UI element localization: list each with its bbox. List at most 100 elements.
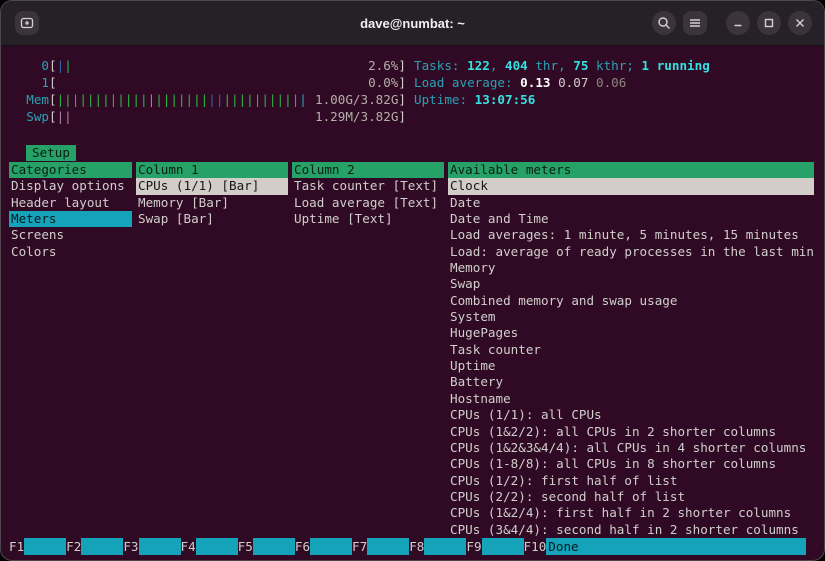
meter-label: Swp: [26, 108, 49, 125]
close-button[interactable]: [788, 11, 812, 35]
fkey-action-label: [24, 538, 66, 555]
available-meter-item[interactable]: CPUs (1&2/4): first half in 2 shorter co…: [448, 505, 814, 521]
fkey-button[interactable]: F1: [9, 538, 66, 555]
bracket: ]: [398, 108, 406, 125]
menu-button[interactable]: [683, 11, 707, 35]
available-meter-item[interactable]: Combined memory and swap usage: [448, 293, 814, 309]
maximize-icon: [763, 17, 775, 29]
fkey-button[interactable]: F3: [123, 538, 180, 555]
bracket: [: [49, 108, 57, 125]
panel-column-1: Column 1 CPUs (1/1) [Bar]Memory [Bar]Swa…: [136, 162, 288, 538]
available-meter-item[interactable]: CPUs (1/2): first half of list: [448, 473, 814, 489]
memory-bar-ticks: |||||||||||||||||||||||||||||||||: [57, 91, 315, 108]
available-meter-item[interactable]: CPUs (1-8/8): all CPUs in 8 shorter colu…: [448, 456, 814, 472]
available-meter-item[interactable]: Memory: [448, 260, 814, 276]
category-item[interactable]: Screens: [9, 227, 132, 243]
fkey-button[interactable]: F5: [238, 538, 295, 555]
panel-header: Column 2: [292, 162, 444, 178]
meter-item[interactable]: Load average [Text]: [292, 195, 444, 211]
fkey-label: F9: [466, 538, 481, 555]
fkey-label: F5: [238, 538, 253, 555]
fkey-button[interactable]: F7: [352, 538, 409, 555]
bracket: ]: [398, 57, 406, 74]
meter-item[interactable]: Task counter [Text]: [292, 178, 444, 194]
available-meter-item[interactable]: HugePages: [448, 325, 814, 341]
panel-header: Available meters: [448, 162, 814, 178]
category-item[interactable]: Meters: [9, 211, 132, 227]
fkey-button[interactable]: F2: [66, 538, 123, 555]
fkey-label: F10: [524, 538, 547, 555]
fkey-label: F4: [181, 538, 196, 555]
categories-list: Display optionsHeader layoutMetersScreen…: [9, 178, 132, 260]
fkey-label: F2: [66, 538, 81, 555]
bracket: ]: [398, 74, 406, 91]
meter-item[interactable]: Memory [Bar]: [136, 195, 288, 211]
meter-item[interactable]: Uptime [Text]: [292, 211, 444, 227]
fkey-action-label: [81, 538, 123, 555]
available-meter-item[interactable]: CPUs (3&4/4): second half in 2 shorter c…: [448, 522, 814, 538]
available-meter-item[interactable]: Swap: [448, 276, 814, 292]
panel-available-meters: Available meters ClockDateDate and TimeL…: [448, 162, 814, 538]
hamburger-icon: [688, 16, 702, 30]
available-meter-item[interactable]: Hostname: [448, 391, 814, 407]
terminal-screen[interactable]: 0[||2.6%] Tasks: 122, 404 thr, 75 kthr; …: [1, 45, 824, 560]
panel-header: Categories: [9, 162, 132, 178]
swap-bar-ticks: ||: [57, 108, 315, 125]
fkey-button[interactable]: F9: [466, 538, 523, 555]
cpu0-bar-ticks: ||: [57, 57, 368, 74]
available-meter-item[interactable]: Load: average of ready processes in the …: [448, 244, 814, 260]
available-meter-item[interactable]: CPUs (1&2/2): all CPUs in 2 shorter colu…: [448, 424, 814, 440]
fkey-action-label: [253, 538, 295, 555]
available-meter-item[interactable]: Clock: [448, 178, 814, 194]
load-average-text: Load average: 0.13 0.07 0.06: [414, 74, 626, 91]
fkey-action-label: [482, 538, 524, 555]
column-2-meter-list: Task counter [Text]Load average [Text]Up…: [292, 178, 444, 227]
search-button[interactable]: [652, 11, 676, 35]
category-item[interactable]: Display options: [9, 178, 132, 194]
fkey-action-label: Done: [546, 538, 806, 555]
available-meter-item[interactable]: Task counter: [448, 342, 814, 358]
available-meter-item[interactable]: Date and Time: [448, 211, 814, 227]
new-tab-button[interactable]: [15, 11, 39, 35]
bracket: ]: [398, 91, 406, 108]
minimize-button[interactable]: [726, 11, 750, 35]
available-meter-item[interactable]: Uptime: [448, 358, 814, 374]
search-icon: [657, 16, 671, 30]
memory-meter: Mem[|||||||||||||||||||||||||||||||||1.0…: [26, 91, 406, 108]
category-item[interactable]: Header layout: [9, 195, 132, 211]
fkey-button[interactable]: F10Done: [524, 538, 806, 555]
fkey-label: F8: [409, 538, 424, 555]
available-meter-item[interactable]: CPUs (2/2): second half of list: [448, 489, 814, 505]
meter-item[interactable]: CPUs (1/1) [Bar]: [136, 178, 288, 194]
panel-column-2: Column 2 Task counter [Text]Load average…: [292, 162, 444, 538]
panel-header: Column 1: [136, 162, 288, 178]
available-meter-item[interactable]: CPUs (1&2&3&4/4): all CPUs in 4 shorter …: [448, 440, 814, 456]
meter-item[interactable]: Swap [Bar]: [136, 211, 288, 227]
meter-label: Mem: [26, 91, 49, 108]
htop-header-meters: 0[||2.6%] Tasks: 122, 404 thr, 75 kthr; …: [26, 57, 816, 125]
available-meter-item[interactable]: System: [448, 309, 814, 325]
new-tab-icon: [20, 16, 34, 30]
available-meter-item[interactable]: Battery: [448, 374, 814, 390]
fkey-label: F7: [352, 538, 367, 555]
fkey-button[interactable]: F6: [295, 538, 352, 555]
cpu1-meter: 1[0.0%]: [26, 74, 406, 91]
panel-categories: Categories Display optionsHeader layoutM…: [9, 162, 132, 538]
swap-meter: Swp[||1.29M/3.82G]: [26, 108, 406, 125]
titlebar: dave@numbat: ~: [1, 1, 824, 46]
fkey-action-label: [139, 538, 181, 555]
fkey-label: F3: [123, 538, 138, 555]
fkey-button[interactable]: F8: [409, 538, 466, 555]
setup-panels: Categories Display optionsHeader layoutM…: [9, 162, 806, 538]
available-meter-item[interactable]: CPUs (1/1): all CPUs: [448, 407, 814, 423]
column-1-meter-list: CPUs (1/1) [Bar]Memory [Bar]Swap [Bar]: [136, 178, 288, 227]
fkey-label: F1: [9, 538, 24, 555]
cpu0-percent: 2.6%: [368, 57, 398, 74]
fkey-action-label: [196, 538, 238, 555]
fkey-button[interactable]: F4: [181, 538, 238, 555]
available-meter-item[interactable]: Load averages: 1 minute, 5 minutes, 15 m…: [448, 227, 814, 243]
category-item[interactable]: Colors: [9, 244, 132, 260]
tasks-text: Tasks: 122, 404 thr, 75 kthr; 1 running: [414, 57, 710, 74]
available-meter-item[interactable]: Date: [448, 195, 814, 211]
maximize-button[interactable]: [757, 11, 781, 35]
